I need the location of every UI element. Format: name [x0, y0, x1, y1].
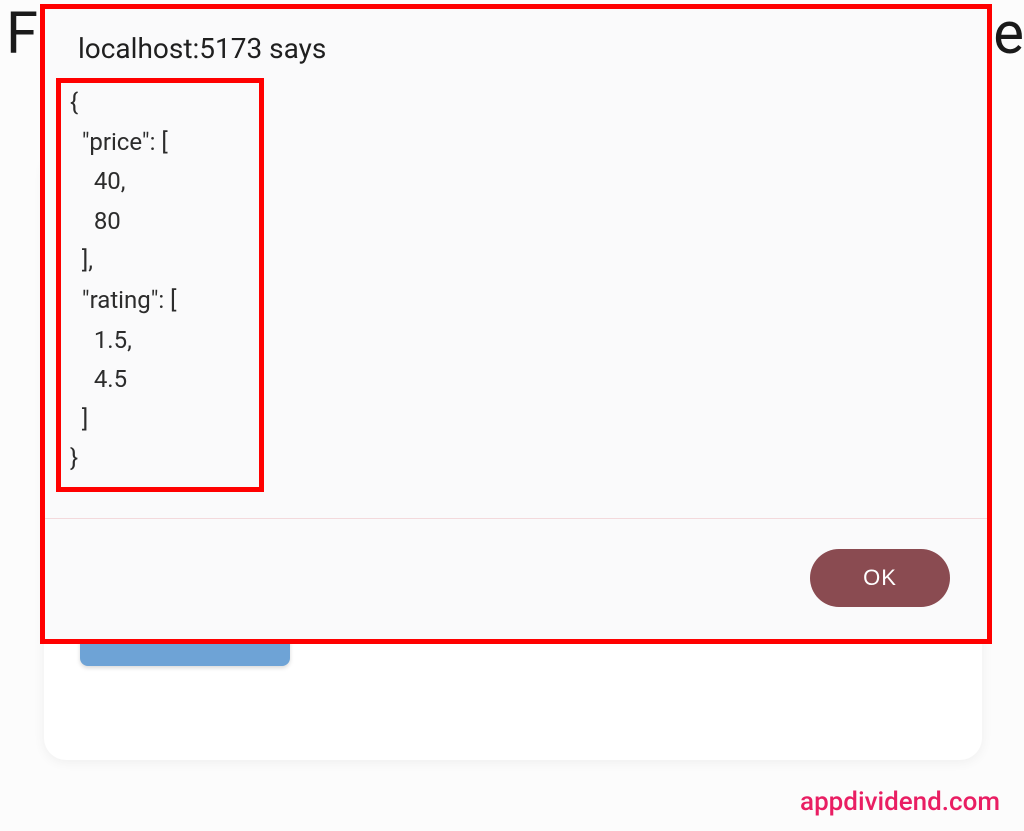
ok-button[interactable]: OK — [810, 549, 950, 607]
alert-dialog-footer: OK — [42, 519, 990, 641]
page-title-fragment: F — [6, 0, 38, 68]
page-title-fragment: e — [993, 0, 1024, 68]
watermark: appdividend.com — [800, 787, 1000, 817]
alert-dialog-title: localhost:5173 says — [42, 6, 990, 83]
alert-dialog-message: { "price": [ 40, 80 ], "rating": [ 1.5, … — [42, 83, 990, 518]
alert-dialog: localhost:5173 says { "price": [ 40, 80 … — [42, 6, 990, 641]
